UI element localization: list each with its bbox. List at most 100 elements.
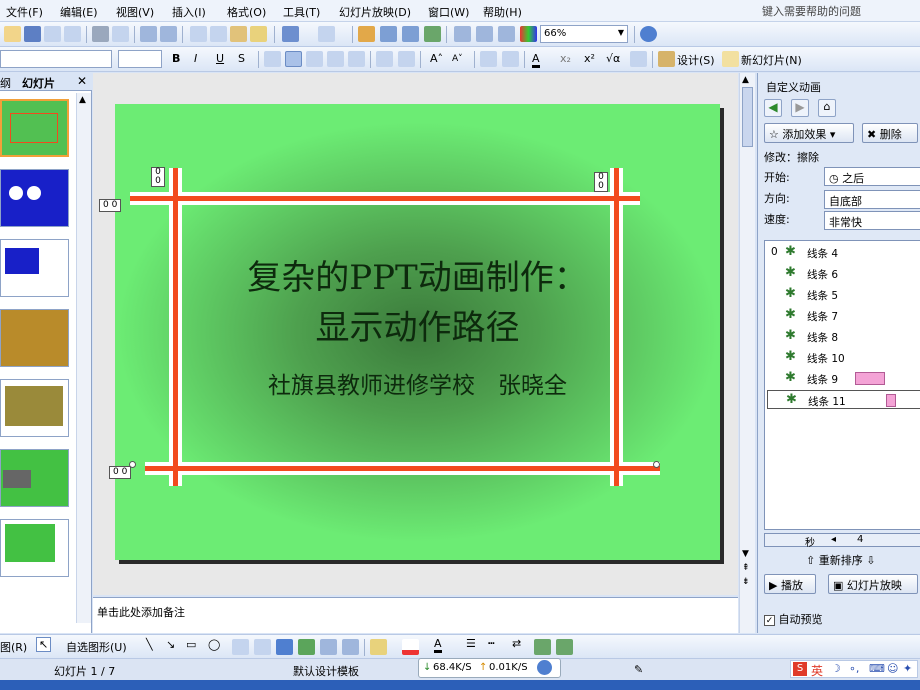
spelling-icon[interactable] <box>140 26 157 42</box>
expand-all-icon[interactable] <box>454 26 471 42</box>
tab-outline[interactable]: 纲 <box>0 75 11 91</box>
permission-icon[interactable] <box>44 26 61 42</box>
slide-title-line2[interactable]: 显示动作路径 <box>115 300 720 349</box>
select-pointer-icon[interactable]: ↖ <box>36 637 52 652</box>
3d-style-icon[interactable] <box>556 639 573 655</box>
close-icon[interactable]: ✕ <box>77 74 87 88</box>
scroll-down-icon[interactable]: ▼ <box>742 549 749 559</box>
move-down-icon[interactable]: ⇩ <box>863 554 875 567</box>
slide-title-line1[interactable]: 复杂的PPT动画制作： <box>115 250 720 299</box>
save-icon[interactable] <box>24 26 41 42</box>
new-comment-icon[interactable] <box>630 51 647 67</box>
play-button[interactable]: ▶ 播放 <box>764 574 816 594</box>
punctuation-icon[interactable]: ∘, <box>849 662 859 675</box>
menu-file[interactable]: 文件(F) <box>6 4 43 20</box>
bold-icon[interactable]: B <box>172 52 180 65</box>
textbox-icon[interactable] <box>232 639 249 655</box>
spell-check-icon[interactable]: ✎ <box>634 663 643 676</box>
animation-tag-right[interactable]: 00 <box>594 172 608 192</box>
diagram-icon[interactable] <box>298 639 315 655</box>
slide-thumbnail-2[interactable] <box>0 169 69 227</box>
slide-scrollbar[interactable]: ▲ ▼ ⇞ ⇟ <box>739 73 755 633</box>
shadow-style-icon[interactable] <box>534 639 551 655</box>
tables-borders-icon[interactable] <box>402 26 419 42</box>
scroll-up-icon[interactable]: ▲ <box>742 75 749 85</box>
forward-icon[interactable]: ▶ <box>791 99 809 117</box>
redo-icon[interactable] <box>318 26 335 42</box>
moon-icon[interactable]: ☽ <box>831 662 841 675</box>
menu-format[interactable]: 格式(O) <box>227 4 266 20</box>
font-name-select[interactable] <box>0 50 112 68</box>
help-icon[interactable] <box>640 26 657 42</box>
numbering-icon[interactable] <box>376 51 393 67</box>
draw-menu[interactable]: 图(R) <box>0 639 27 655</box>
font-color-icon[interactable]: A <box>532 52 540 68</box>
font-size-select[interactable] <box>118 50 162 68</box>
vertical-textbox-icon[interactable] <box>254 639 271 655</box>
underline-icon[interactable]: U <box>216 52 224 65</box>
slide-thumbnail-7[interactable] <box>0 519 69 577</box>
timing-bar[interactable] <box>855 372 885 385</box>
insert-table-icon[interactable] <box>380 26 397 42</box>
animation-item[interactable]: ✱ 线条 10 <box>767 348 920 367</box>
browser-icon[interactable] <box>537 660 552 675</box>
add-effect-button[interactable]: ☆ 添加效果 ▾ <box>764 123 854 143</box>
line-top[interactable] <box>130 196 640 201</box>
keyboard-icon[interactable]: ⌨ <box>869 662 885 675</box>
italic-icon[interactable]: I <box>194 52 197 65</box>
print-preview-icon[interactable] <box>112 26 129 42</box>
animation-item[interactable]: ✱ 线条 5 <box>767 285 920 304</box>
slide-thumbnail-4[interactable] <box>0 309 69 367</box>
user-icon[interactable]: ☺ <box>887 662 898 675</box>
arrow-tool-icon[interactable]: ↘ <box>166 638 175 651</box>
home-icon[interactable]: ⌂ <box>818 99 836 117</box>
slide-canvas[interactable]: 复杂的PPT动画制作： 显示动作路径 社旗县教师进修学校 张晓全 0 0 0 0… <box>99 104 720 560</box>
ime-language[interactable]: 英 <box>811 662 823 679</box>
distribute-icon[interactable] <box>348 51 365 67</box>
animation-item[interactable]: ✱ 线条 6 <box>767 264 920 283</box>
insert-chart-icon[interactable] <box>358 26 375 42</box>
move-up-icon[interactable]: ⇧ <box>806 554 819 567</box>
line-bottom[interactable] <box>145 466 660 471</box>
font-color-icon[interactable]: A <box>434 637 442 653</box>
slides-scrollbar[interactable]: ▲ <box>76 93 91 623</box>
menu-edit[interactable]: 编辑(E) <box>60 4 98 20</box>
animation-tag-top[interactable]: 0 0 <box>99 199 122 212</box>
slideshow-button[interactable]: ▣ 幻灯片放映 <box>828 574 918 594</box>
rectangle-tool-icon[interactable]: ▭ <box>186 638 196 651</box>
animation-item[interactable]: ✱ 线条 9 <box>767 369 920 388</box>
scroll-up-icon[interactable]: ▲ <box>79 95 86 105</box>
slide-thumbnail-1[interactable] <box>0 99 69 157</box>
open-icon[interactable] <box>4 26 21 42</box>
menu-insert[interactable]: 插入(I) <box>172 4 206 20</box>
slide-thumbnail-5[interactable] <box>0 379 69 437</box>
delete-effect-button[interactable]: ✖ 删除 <box>862 123 918 143</box>
format-painter-icon[interactable] <box>250 26 267 42</box>
subscript-icon[interactable]: x₂ <box>560 52 571 65</box>
superscript-icon[interactable]: x² <box>584 52 595 65</box>
decrease-font-icon[interactable]: A˅ <box>452 54 463 64</box>
slide-thumbnail-3[interactable] <box>0 239 69 297</box>
bullets-icon[interactable] <box>398 51 415 67</box>
animation-item[interactable]: ✱ 线条 7 <box>767 306 920 325</box>
menu-slideshow[interactable]: 幻灯片放映(D) <box>339 4 411 20</box>
timeline-unit[interactable]: 秒 <box>805 534 815 549</box>
animation-item[interactable]: ✱ 线条 8 <box>767 327 920 346</box>
timing-bar[interactable] <box>886 394 896 407</box>
tab-slides[interactable]: 幻灯片 <box>22 75 55 91</box>
slide-thumbnail-6[interactable] <box>0 449 69 507</box>
clipart-icon[interactable] <box>320 639 337 655</box>
increase-font-icon[interactable]: A˄ <box>430 52 443 65</box>
line-tool-icon[interactable]: ╲ <box>146 638 153 651</box>
animation-item-selected[interactable]: ✱ 线条 11 <box>767 390 920 409</box>
autoshapes-menu[interactable]: 自选图形(U) <box>66 639 127 655</box>
show-grid-icon[interactable] <box>498 26 515 42</box>
line-end-handle[interactable] <box>653 461 660 468</box>
line-color-icon[interactable] <box>402 639 419 655</box>
show-formatting-icon[interactable] <box>476 26 493 42</box>
wordart-icon[interactable] <box>276 639 293 655</box>
line-style-icon[interactable]: ☰ <box>466 637 476 650</box>
start-select[interactable]: ◷ 之后 <box>824 167 920 186</box>
animation-item[interactable]: 0 ✱ 线条 4 <box>767 243 920 262</box>
menu-tools[interactable]: 工具(T) <box>283 4 320 20</box>
